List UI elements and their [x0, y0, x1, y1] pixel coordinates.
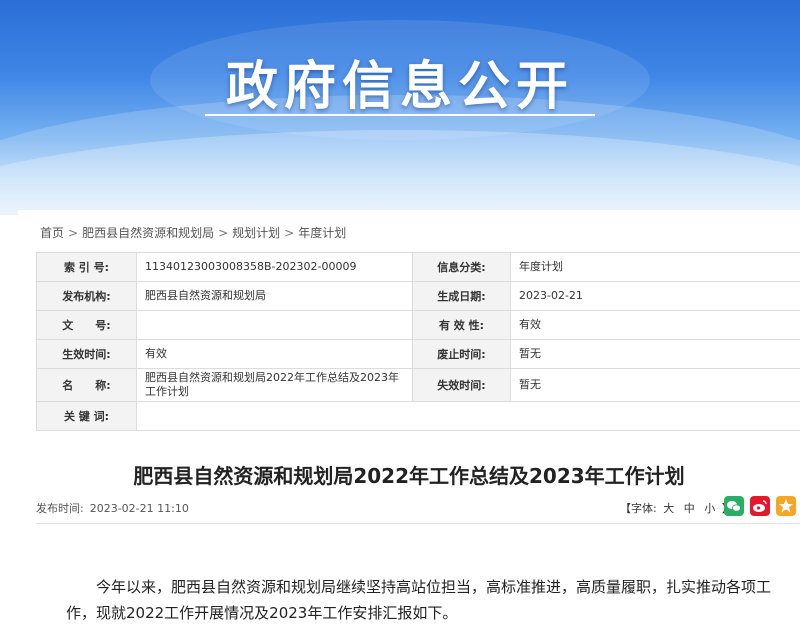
meta-label: 失效时间:: [413, 369, 511, 402]
meta-value: 肥西县自然资源和规划局: [137, 282, 413, 311]
breadcrumb-separator: >: [218, 226, 228, 240]
meta-label: 有 效 性:: [413, 311, 511, 340]
banner: 政府信息公开: [0, 0, 800, 215]
publish-label: 发布时间:: [36, 502, 84, 515]
breadcrumb-link-bureau[interactable]: 肥西县自然资源和规划局: [82, 226, 214, 240]
meta-label: 名 称:: [37, 369, 137, 402]
meta-value: 11340123003008358B-202302-00009: [137, 253, 413, 282]
meta-label: 废止时间:: [413, 340, 511, 369]
breadcrumb-link-plans[interactable]: 规划计划: [232, 226, 280, 240]
font-size-large-button[interactable]: 大: [663, 502, 674, 515]
font-size-switcher: 【字体: 大 中 小 】: [620, 500, 733, 516]
banner-underline: [205, 114, 595, 116]
article-title: 肥西县自然资源和规划局2022年工作总结及2023年工作计划: [18, 460, 800, 489]
table-row: 关 键 词:: [37, 402, 800, 431]
divider: [36, 523, 800, 524]
meta-label: 发布机构:: [37, 282, 137, 311]
meta-label: 关 键 词:: [37, 402, 137, 431]
font-size-small-button[interactable]: 小: [704, 502, 715, 515]
table-row: 名 称: 肥西县自然资源和规划局2022年工作总结及2023年工作计划 失效时间…: [37, 369, 800, 402]
article-body: 今年以来，肥西县自然资源和规划局继续坚持高站位担当，高标准推进，高质量履职，扎实…: [66, 574, 782, 626]
meta-value: 年度计划: [511, 253, 800, 282]
breadcrumb: 首页 > 肥西县自然资源和规划局 > 规划计划 > 年度计划: [40, 224, 346, 241]
meta-label: 生效时间:: [37, 340, 137, 369]
meta-label: 索 引 号:: [37, 253, 137, 282]
table-row: 发布机构: 肥西县自然资源和规划局 生成日期: 2023-02-21: [37, 282, 800, 311]
breadcrumb-separator: >: [284, 226, 294, 240]
breadcrumb-separator: >: [68, 226, 78, 240]
font-size-medium-button[interactable]: 中: [684, 502, 695, 515]
table-row: 文 号: 有 效 性: 有效: [37, 311, 800, 340]
table-row: 索 引 号: 11340123003008358B-202302-00009 信…: [37, 253, 800, 282]
meta-value: 暂无: [511, 340, 800, 369]
meta-label: 生成日期:: [413, 282, 511, 311]
table-row: 生效时间: 有效 废止时间: 暂无: [37, 340, 800, 369]
weibo-icon[interactable]: [750, 496, 770, 516]
meta-value: 肥西县自然资源和规划局2022年工作总结及2023年工作计划: [137, 369, 413, 402]
publish-time: 2023-02-21 11:10: [90, 502, 189, 515]
wechat-icon[interactable]: [724, 496, 744, 516]
publish-info: 发布时间: 2023-02-21 11:10: [36, 500, 189, 516]
content-panel: 首页 > 肥西县自然资源和规划局 > 规划计划 > 年度计划 索 引 号: 11340123…: [18, 210, 800, 624]
meta-value: [137, 311, 413, 340]
meta-value: 2023-02-21: [511, 282, 800, 311]
meta-label: 文 号:: [37, 311, 137, 340]
info-metadata-table: 索 引 号: 11340123003008358B-202302-00009 信…: [36, 252, 800, 431]
font-size-prefix: 【字体:: [620, 502, 657, 515]
meta-label: 信息分类:: [413, 253, 511, 282]
meta-value: 暂无: [511, 369, 800, 402]
breadcrumb-link-annual[interactable]: 年度计划: [298, 226, 346, 240]
meta-value: 有效: [137, 340, 413, 369]
star-icon[interactable]: [776, 496, 796, 516]
meta-value: [137, 402, 800, 431]
breadcrumb-home-link[interactable]: 首页: [40, 226, 64, 240]
meta-value: 有效: [511, 311, 800, 340]
banner-title: 政府信息公开: [0, 44, 800, 119]
